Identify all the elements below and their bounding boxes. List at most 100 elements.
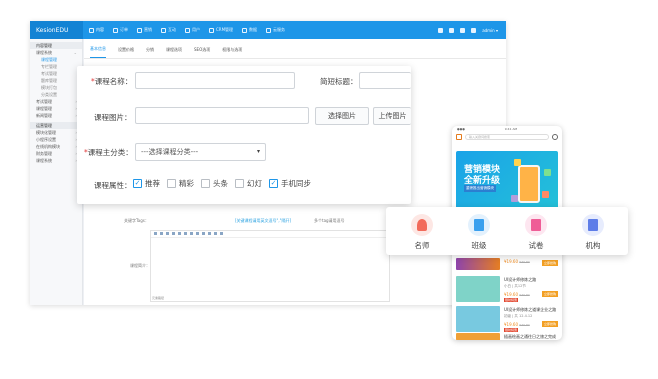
list-icon[interactable] bbox=[196, 232, 199, 235]
category-class[interactable]: 班级 bbox=[459, 214, 499, 252]
undo-icon[interactable] bbox=[154, 232, 157, 235]
price-current: ¥19.60 bbox=[504, 259, 518, 264]
underline-icon[interactable] bbox=[178, 232, 181, 235]
tab-seo[interactable]: SEO选项 bbox=[194, 47, 210, 58]
table-icon[interactable] bbox=[214, 232, 217, 235]
course-thumbnail bbox=[456, 333, 500, 340]
checkbox-unchecked[interactable] bbox=[201, 179, 210, 188]
menu-item-marketing[interactable]: 营销 bbox=[137, 27, 152, 33]
label-text: 课程主分类： bbox=[87, 148, 133, 157]
checkbox-mobile-sync[interactable]: ✓ 手机同步 bbox=[269, 178, 311, 189]
tab-basic-info[interactable]: 基本信息 bbox=[90, 46, 106, 58]
menu-item-cloud[interactable]: 云服务 bbox=[266, 27, 285, 33]
checkbox-label: 推荐 bbox=[145, 179, 160, 188]
sidebar-label: 专栏管理 bbox=[41, 64, 57, 69]
refresh-icon[interactable] bbox=[471, 27, 477, 33]
short-title-input[interactable] bbox=[359, 72, 411, 89]
select-image-button[interactable]: 选择图片 bbox=[315, 107, 369, 125]
sidebar-label: 课程系统 bbox=[36, 50, 52, 55]
checkbox-highlight[interactable]: 精彩 bbox=[167, 178, 194, 189]
checkbox-headline[interactable]: 头条 bbox=[201, 178, 228, 189]
category-institution[interactable]: 机构 bbox=[573, 214, 613, 252]
menu-item-interact[interactable]: 互动 bbox=[161, 27, 176, 33]
sidebar-label: 内容管理 bbox=[36, 43, 52, 48]
buy-button[interactable]: 立即抢购 bbox=[541, 260, 558, 266]
promo-banner[interactable]: 营销模块 全新升级 重磅推出营销模块 bbox=[456, 151, 558, 211]
checkbox-checked[interactable]: ✓ bbox=[133, 179, 142, 188]
tags-extra: 多个tag请用逗号 bbox=[314, 218, 345, 223]
phone-search-row: 输入关键词搜索 bbox=[452, 132, 562, 142]
menu-item-order[interactable]: 订单 bbox=[113, 27, 128, 33]
price-current: ¥19.60 bbox=[504, 292, 518, 297]
category-grid-icon[interactable] bbox=[456, 134, 462, 140]
sidebar-item-finance[interactable]: 财务管理› bbox=[30, 150, 82, 157]
rich-text-editor[interactable]: 元素路径 bbox=[150, 230, 390, 302]
menu-label: 订单 bbox=[120, 27, 128, 32]
home-icon[interactable] bbox=[438, 27, 444, 33]
link-icon[interactable] bbox=[202, 232, 205, 235]
tab-price[interactable]: 设置价格 bbox=[118, 47, 134, 58]
course-list-item[interactable]: 插画绘画之通往日之旅之完成 bbox=[456, 333, 558, 340]
course-thumbnail bbox=[456, 306, 500, 332]
sidebar-item-course-manage[interactable]: 课程管理 bbox=[30, 56, 82, 63]
sidebar-item-course-manage-2[interactable]: 课程管理› bbox=[30, 105, 82, 112]
buy-button[interactable]: 立即抢购 bbox=[541, 291, 558, 297]
tab-distribution[interactable]: 分销 bbox=[146, 47, 154, 58]
phone-search-input[interactable]: 输入关键词搜索 bbox=[465, 134, 549, 140]
buy-button[interactable]: 立即抢购 bbox=[541, 321, 558, 327]
emoji-icon[interactable] bbox=[220, 232, 223, 235]
category-teacher[interactable]: 名师 bbox=[402, 214, 442, 252]
sidebar-item-miniprogram[interactable]: 小程序设置› bbox=[30, 136, 82, 143]
course-list-item[interactable]: UI设计师修炼之道课企业之路 初级 | 共 12.4.12 ¥19.60 ¥39… bbox=[456, 306, 558, 334]
user-icon bbox=[185, 27, 190, 33]
image-icon[interactable] bbox=[208, 232, 211, 235]
color-icon[interactable] bbox=[190, 232, 193, 235]
strike-icon[interactable] bbox=[184, 232, 187, 235]
monitor-icon[interactable] bbox=[449, 27, 455, 33]
course-meta: 小白 | 共12节 bbox=[504, 284, 526, 288]
exam-paper-glyph bbox=[531, 219, 541, 231]
category-select[interactable]: ---选择课程分类--- ▾ bbox=[135, 143, 266, 161]
user-menu[interactable]: admin ▾ bbox=[482, 28, 498, 33]
course-name-input[interactable] bbox=[135, 72, 295, 89]
tab-permission[interactable]: 权限与选项 bbox=[222, 47, 242, 58]
course-list-item[interactable]: ¥19.60 ¥39.80 立即抢购 bbox=[456, 258, 558, 272]
sidebar-item-exam-manage[interactable]: 考试管理› bbox=[30, 98, 82, 105]
course-list-item[interactable]: UI设计师修炼之路 小白 | 共12节 ¥19.60 ¥39.80 限时特惠 立… bbox=[456, 276, 558, 304]
redo-icon[interactable] bbox=[160, 232, 163, 235]
upload-image-button[interactable]: 上传图片 bbox=[373, 107, 411, 125]
app-logo: KesionEDU bbox=[30, 21, 83, 39]
sidebar-item-modular[interactable]: 模块化管理› bbox=[30, 129, 82, 136]
short-title-label: 简短标题： bbox=[320, 77, 358, 86]
checkbox-unchecked[interactable] bbox=[167, 179, 176, 188]
checkbox-slideshow[interactable]: 幻灯 bbox=[235, 178, 262, 189]
mobile-icon[interactable] bbox=[460, 27, 466, 33]
profile-icon[interactable] bbox=[552, 134, 558, 140]
sidebar-item-course-system[interactable]: 课程系统 ⌄ bbox=[30, 49, 82, 56]
sidebar-item-module-pack[interactable]: 模块打包 bbox=[30, 84, 82, 91]
checkbox-recommend[interactable]: ✓ 推荐 bbox=[133, 178, 160, 189]
bold-icon[interactable] bbox=[166, 232, 169, 235]
category-exam-paper[interactable]: 试卷 bbox=[516, 214, 556, 252]
exam-paper-icon bbox=[525, 214, 547, 236]
sidebar-item-exam[interactable]: 考试管理 bbox=[30, 70, 82, 77]
menu-item-data[interactable]: 数据 bbox=[242, 27, 257, 33]
cloud-icon bbox=[266, 27, 272, 33]
discount-badge: 限时特惠 bbox=[504, 328, 519, 332]
sidebar-item-course-system-2[interactable]: 课程系统› bbox=[30, 157, 82, 164]
sidebar-item-online-org[interactable]: 在线机构模块› bbox=[30, 143, 82, 150]
sidebar-item-category[interactable]: 分类设置 bbox=[30, 91, 82, 98]
course-image-input[interactable] bbox=[135, 107, 309, 124]
checkbox-checked[interactable]: ✓ bbox=[269, 179, 278, 188]
menu-item-content[interactable]: 内容 bbox=[89, 27, 104, 33]
sidebar-item-news[interactable]: 新闻管理› bbox=[30, 112, 82, 119]
sidebar-item-question-bank[interactable]: 题库管理 bbox=[30, 77, 82, 84]
checkbox-unchecked[interactable] bbox=[235, 179, 244, 188]
attribute-checkboxes: ✓ 推荐 精彩 头条 幻灯 ✓ 手机同步 bbox=[133, 178, 311, 189]
italic-icon[interactable] bbox=[172, 232, 175, 235]
menu-item-crm[interactable]: CRM管理 bbox=[209, 27, 233, 33]
sidebar-item-column[interactable]: 专栏管理 bbox=[30, 63, 82, 70]
menu-item-user[interactable]: 用户 bbox=[185, 27, 200, 33]
tab-course-options[interactable]: 课程选项 bbox=[166, 47, 182, 58]
price-old: ¥39.80 bbox=[519, 293, 530, 297]
